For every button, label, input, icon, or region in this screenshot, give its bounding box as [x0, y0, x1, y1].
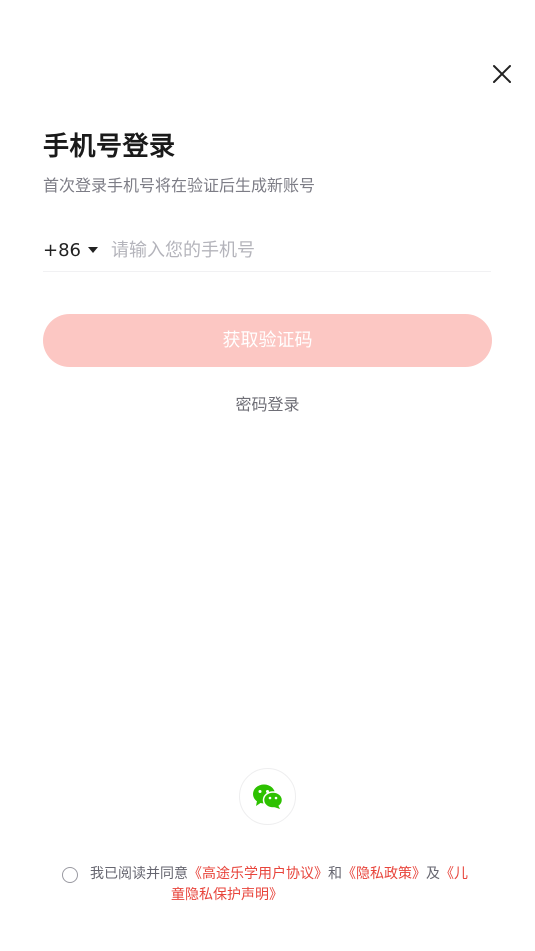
user-agreement-link[interactable]: 《高途乐学用户协议》	[188, 866, 328, 882]
caret-down-icon	[88, 247, 98, 253]
agreement-and: 和	[328, 866, 342, 882]
child-privacy-link-part2[interactable]: 童隐私保护声明》	[107, 885, 347, 906]
country-code-selector[interactable]: +86	[43, 238, 98, 262]
get-code-button[interactable]: 获取验证码	[43, 314, 492, 367]
password-login-row: 密码登录	[0, 391, 535, 415]
country-code-label: +86	[43, 239, 81, 261]
page-title: 手机号登录	[43, 132, 176, 162]
phone-input[interactable]	[111, 235, 481, 265]
agreement-prefix: 我已阅读并同意	[90, 866, 188, 882]
agreement-checkbox[interactable]	[62, 867, 78, 883]
wechat-login-button[interactable]	[239, 768, 296, 825]
close-button[interactable]	[488, 60, 516, 88]
agreement-text: 我已阅读并同意《高途乐学用户协议》和《隐私政策》及《儿 童隐私保护声明》	[90, 864, 485, 906]
page-subtitle: 首次登录手机号将在验证后生成新账号	[43, 176, 316, 195]
phone-input-row: +86	[43, 230, 491, 272]
agreement-also: 及	[426, 866, 440, 882]
wechat-icon	[252, 784, 283, 809]
close-icon	[493, 65, 511, 83]
child-privacy-link-part1[interactable]: 《儿	[440, 866, 468, 882]
password-login-link[interactable]: 密码登录	[235, 395, 299, 414]
privacy-policy-link[interactable]: 《隐私政策》	[342, 866, 426, 882]
